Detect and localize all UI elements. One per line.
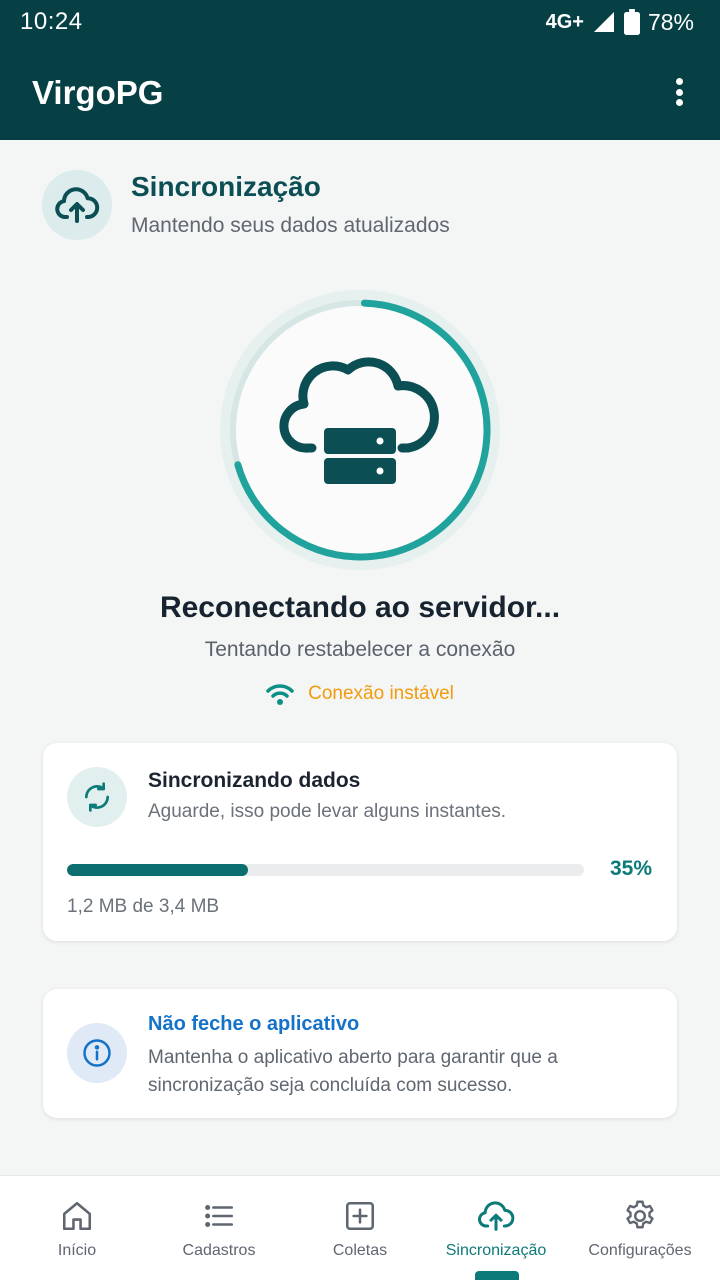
gear-icon bbox=[626, 1200, 654, 1229]
signal-icon bbox=[593, 12, 614, 32]
cloud-upload-icon bbox=[478, 1201, 515, 1231]
active-tab-indicator bbox=[475, 1271, 519, 1280]
nav-item-coletas[interactable]: Coletas bbox=[310, 1176, 410, 1280]
status-bar: 10:24 4G+ 78% bbox=[0, 0, 720, 44]
nav-item-sincronizacao[interactable]: Sincronização bbox=[431, 1176, 561, 1280]
list-icon bbox=[205, 1204, 234, 1228]
sync-progress-fill bbox=[67, 864, 248, 876]
nav-label: Cadastros bbox=[182, 1242, 256, 1259]
sync-icon-badge bbox=[67, 767, 127, 827]
network-type: 4G+ bbox=[545, 10, 584, 33]
info-icon bbox=[83, 1039, 111, 1067]
warning-title: Não feche o aplicativo bbox=[148, 1013, 360, 1035]
connection-status: Conexão instável bbox=[0, 683, 720, 705]
status-indicators: 4G+ 78% bbox=[546, 8, 694, 36]
nav-label: Configurações bbox=[588, 1242, 692, 1259]
home-icon bbox=[62, 1201, 92, 1231]
warning-card: Não feche o aplicativo Mantenha o aplica… bbox=[43, 989, 677, 1118]
sync-progress-bar bbox=[67, 864, 584, 876]
page-title: Sincronização bbox=[131, 171, 321, 202]
status-time: 10:24 bbox=[20, 8, 83, 35]
bottom-nav: Início Cadastros Coletas Sincronização C… bbox=[0, 1175, 720, 1280]
nav-item-cadastros[interactable]: Cadastros bbox=[164, 1176, 274, 1280]
sync-percent: 35% bbox=[609, 857, 652, 880]
info-icon-badge bbox=[67, 1023, 127, 1083]
nav-item-configuracoes[interactable]: Configurações bbox=[580, 1176, 700, 1280]
status-title: Reconectando ao servidor... bbox=[159, 591, 561, 624]
cloud-upload-icon bbox=[55, 187, 100, 223]
nav-item-inicio[interactable]: Início bbox=[27, 1176, 127, 1280]
sync-icon bbox=[85, 782, 109, 812]
status-subtitle: Tentando restabelecer a conexão bbox=[204, 638, 516, 661]
sync-subtitle: Aguarde, isso pode levar alguns instante… bbox=[148, 801, 507, 822]
nav-label: Início bbox=[57, 1242, 97, 1259]
sync-progress-ring bbox=[220, 290, 500, 570]
wifi-icon bbox=[266, 684, 294, 705]
nav-label: Coletas bbox=[332, 1242, 388, 1259]
sync-card: Sincronizando dados Aguarde, isso pode l… bbox=[43, 743, 677, 941]
sync-title: Sincronizando dados bbox=[148, 769, 361, 792]
sync-size: 1,2 MB de 3,4 MB bbox=[67, 896, 220, 917]
battery-percent: 78% bbox=[647, 8, 694, 35]
app-title: VirgoPG bbox=[32, 74, 164, 111]
add-box-icon bbox=[345, 1201, 375, 1231]
more-vert-icon[interactable] bbox=[664, 74, 694, 110]
header-icon-badge bbox=[42, 170, 112, 240]
connection-text: Conexão instável bbox=[308, 683, 454, 704]
app-bar: VirgoPG bbox=[0, 44, 720, 140]
page-subtitle: Mantendo seus dados atualizados bbox=[131, 214, 450, 237]
nav-label: Sincronização bbox=[445, 1242, 547, 1259]
battery-icon bbox=[623, 9, 640, 35]
warning-body: Mantenha o aplicativo aberto para garant… bbox=[148, 1047, 558, 1096]
